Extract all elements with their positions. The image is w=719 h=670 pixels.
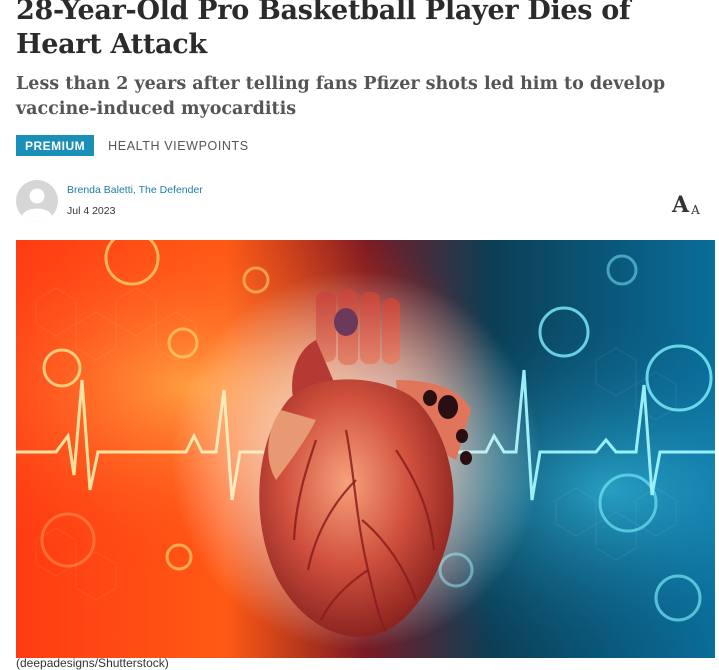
- font-size-small-icon: A: [691, 203, 700, 217]
- article-subtitle: Less than 2 years after telling fans Pfi…: [16, 74, 666, 119]
- font-size-large-icon: A: [672, 192, 690, 218]
- publish-date: Jul 4 2023: [67, 205, 116, 217]
- font-size-button[interactable]: A A: [672, 194, 700, 216]
- hero-image: [16, 240, 715, 658]
- article-title: 28-Year-Old Pro Basketball Player Dies o…: [16, 0, 631, 60]
- author-avatar-icon[interactable]: [16, 180, 58, 222]
- category-link[interactable]: HEALTH VIEWPOINTS: [108, 139, 249, 153]
- premium-badge[interactable]: PREMIUM: [16, 135, 95, 156]
- heart-illustration: [16, 240, 715, 658]
- author-name-link[interactable]: Brenda Baletti, The Defender: [67, 184, 203, 196]
- image-caption: (deepadesigns/Shutterstock): [16, 656, 169, 670]
- article-tags: PREMIUM HEALTH VIEWPOINTS: [16, 135, 249, 156]
